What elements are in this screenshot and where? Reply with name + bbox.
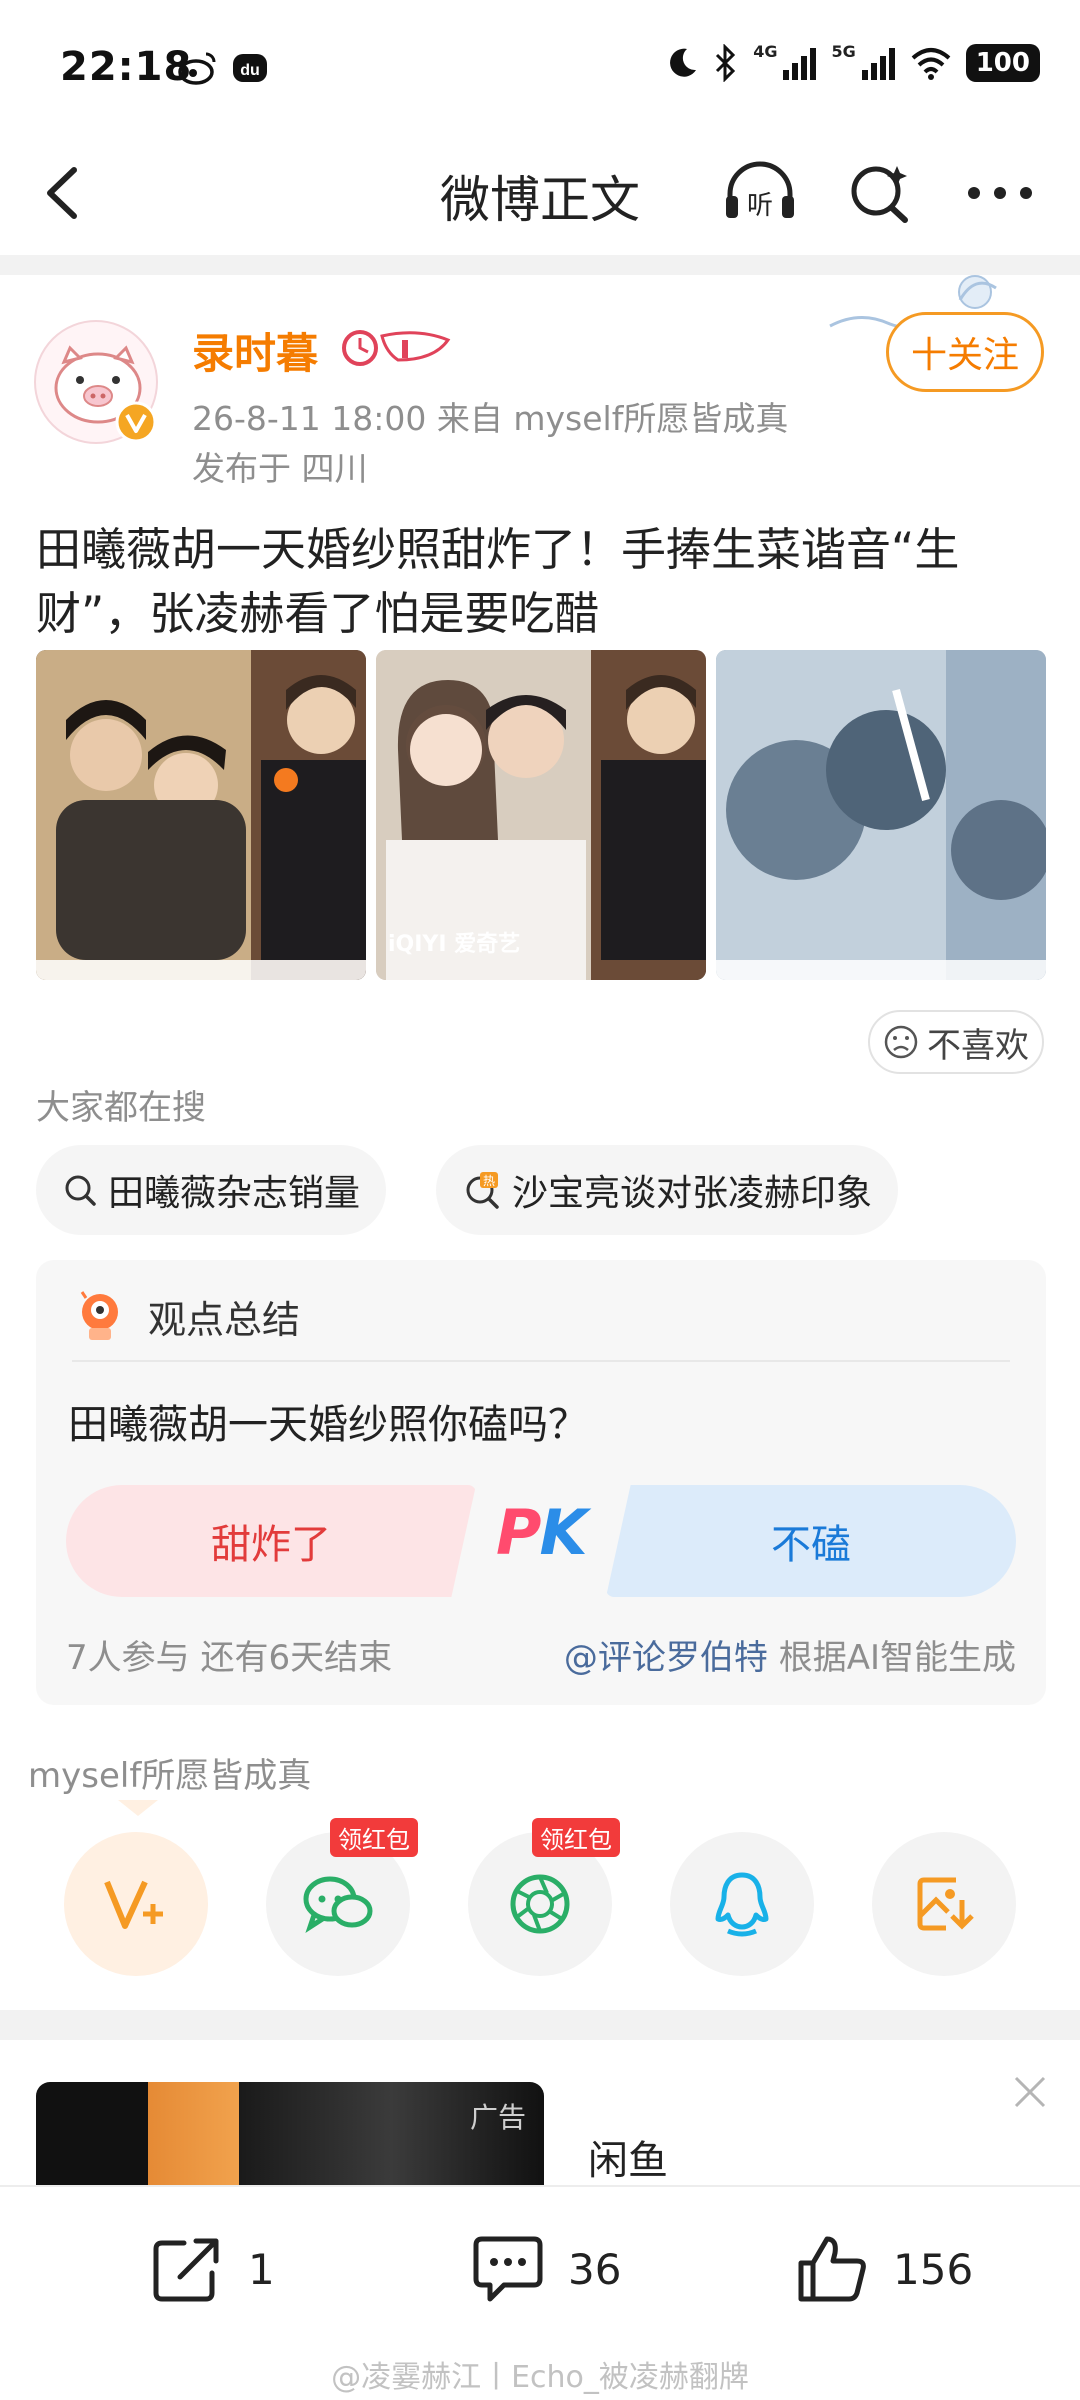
wifi-icon [911, 48, 951, 80]
vplus-icon [104, 1880, 163, 1929]
ad-title[interactable]: 闲鱼 [588, 2128, 668, 2186]
poll-option-yes[interactable]: 甜炸了 [66, 1485, 476, 1597]
share-source-label: myself所愿皆成真 [28, 1756, 312, 1796]
image-watermark: @凌霎赫江丨Echo_被凌赫翻牌 [331, 2360, 749, 2395]
poll-credit-suffix: 根据AI智能生成 [767, 1638, 1016, 1678]
poll-option-no[interactable]: 不磕 [606, 1485, 1016, 1597]
caption-strip [36, 960, 366, 980]
svg-text:du: du [240, 62, 260, 79]
comment-button[interactable]: 36 [470, 2233, 621, 2305]
search-chip-label: 沙宝亮谈对张凌赫印象 [512, 1173, 873, 1214]
pointer-arrow-icon [118, 1800, 158, 1816]
repost-share-icon [153, 2238, 219, 2302]
status-bar: 22:18 du 4G 5G 100 [0, 0, 1080, 130]
fan-badge-icon [342, 330, 451, 366]
post-image-3[interactable] [716, 650, 1046, 980]
post-meta: 26-8-11 18:00 来自 myself所愿皆成真 [192, 399, 789, 438]
poll-credit: @评论罗伯特 根据AI智能生成 [564, 1630, 1016, 1679]
pk-k: K [539, 1496, 587, 1569]
svg-text:热: 热 [483, 1174, 495, 1188]
search-icon[interactable] [845, 158, 915, 228]
search-chip-label: 田曦薇杂志销量 [108, 1173, 361, 1214]
trending-search-label: 大家都在搜 [36, 1088, 206, 1128]
poll-card: 观点总结 田曦薇胡一天婚纱照你磕吗？ 甜炸了 PK 不磕 7人参与 还有6天结束… [36, 1260, 1046, 1705]
follow-button[interactable]: 十关注 [886, 312, 1044, 392]
verified-badge-icon [115, 401, 157, 443]
share-save-image-button[interactable] [872, 1832, 1016, 1976]
close-icon[interactable] [1012, 2074, 1048, 2110]
section-divider [0, 2010, 1080, 2040]
robot-mascot-icon [80, 1291, 118, 1340]
pk-label: PK [496, 1496, 588, 1569]
wechat-icon [303, 1876, 373, 1933]
poll-divider [72, 1360, 1010, 1362]
hot-search-icon: 热 [466, 1172, 499, 1209]
qq-penguin-icon [715, 1872, 769, 1937]
network-type-1: 4G [753, 41, 778, 61]
page-title: 微博正文 [440, 171, 640, 229]
sad-face-icon [884, 1025, 918, 1059]
more-options-icon[interactable] [960, 158, 1040, 228]
status-right-icons: 4G 5G 100 [665, 41, 1040, 82]
dislike-label: 不喜欢 [927, 1025, 1029, 1066]
red-packet-tag: 领红包 [532, 1818, 620, 1857]
search-chip[interactable]: 热 沙宝亮谈对张凌赫印象 [436, 1145, 899, 1235]
status-time: 22:18 [60, 44, 193, 90]
share-moments-button[interactable]: 领红包 [468, 1818, 620, 1976]
ad-image[interactable]: 广告 [36, 2082, 544, 2192]
post-image-2[interactable]: iQIYI 爱奇艺 [376, 650, 706, 980]
bottom-action-bar: 1 36 156 @凌霎赫江丨Echo_被凌赫翻牌 [0, 2185, 1080, 2400]
share-qq-button[interactable] [670, 1832, 814, 1976]
couple-costume-photo [36, 650, 366, 980]
listen-label: 听 [747, 191, 773, 221]
poll-header-label: 观点总结 [148, 1297, 301, 1342]
comment-count: 36 [568, 2244, 622, 2294]
comment-bubble-icon [473, 2236, 543, 2302]
poll-stats: 7人参与 还有6天结束 [66, 1638, 393, 1678]
poll-credit-mention[interactable]: @评论罗伯特 [564, 1638, 768, 1678]
red-packet-tag: 领红包 [330, 1818, 418, 1857]
share-wechat-button[interactable]: 领红包 [266, 1818, 418, 1976]
repost-count: 1 [248, 2244, 275, 2294]
baidu-notification-icon: du [233, 54, 267, 82]
dislike-button[interactable]: 不喜欢 [868, 1010, 1044, 1074]
share-vplus-button[interactable] [64, 1832, 208, 1976]
username[interactable]: 录时暮 [192, 320, 318, 381]
listen-headphones-icon[interactable]: 听 [720, 158, 800, 228]
network-type-2: 5G [831, 41, 856, 61]
moon-icon [670, 48, 697, 77]
repost-button[interactable]: 1 [150, 2233, 275, 2305]
poll-header: 观点总结 [72, 1288, 300, 1344]
caption-strip [716, 960, 1046, 980]
signal-icon [783, 48, 817, 80]
moments-aperture-icon [510, 1874, 570, 1934]
bluetooth-icon [716, 44, 736, 82]
battery-indicator: 100 [965, 44, 1040, 82]
signal-icon-2 [861, 48, 895, 80]
post-location: 发布于 四川 [192, 449, 368, 488]
thumbs-up-icon [798, 2236, 866, 2302]
search-chip[interactable]: 田曦薇杂志销量 [36, 1145, 387, 1235]
pk-p: P [496, 1496, 541, 1569]
like-button[interactable]: 156 [795, 2233, 973, 2305]
weibo-notification-icon [178, 52, 216, 85]
status-notification-icons: du [178, 50, 270, 86]
iqiyi-watermark: iQIYI 爱奇艺 [388, 932, 521, 957]
search-icon [65, 1175, 96, 1206]
top-nav: 微博正文 听 [0, 130, 1080, 255]
drama-still-photo [716, 650, 1046, 980]
like-count: 156 [893, 2244, 974, 2294]
post-body-text: 田曦薇胡一天婚纱照甜炸了！手捧生菜谐音“生财”，张凌赫看了怕是要吃醋 [36, 523, 960, 640]
poll-question: 田曦薇胡一天婚纱照你磕吗？ [68, 1402, 588, 1448]
ad-tag: 广告 [469, 2101, 526, 2134]
post-image-1[interactable] [36, 650, 366, 980]
save-image-icon [917, 1877, 974, 1931]
